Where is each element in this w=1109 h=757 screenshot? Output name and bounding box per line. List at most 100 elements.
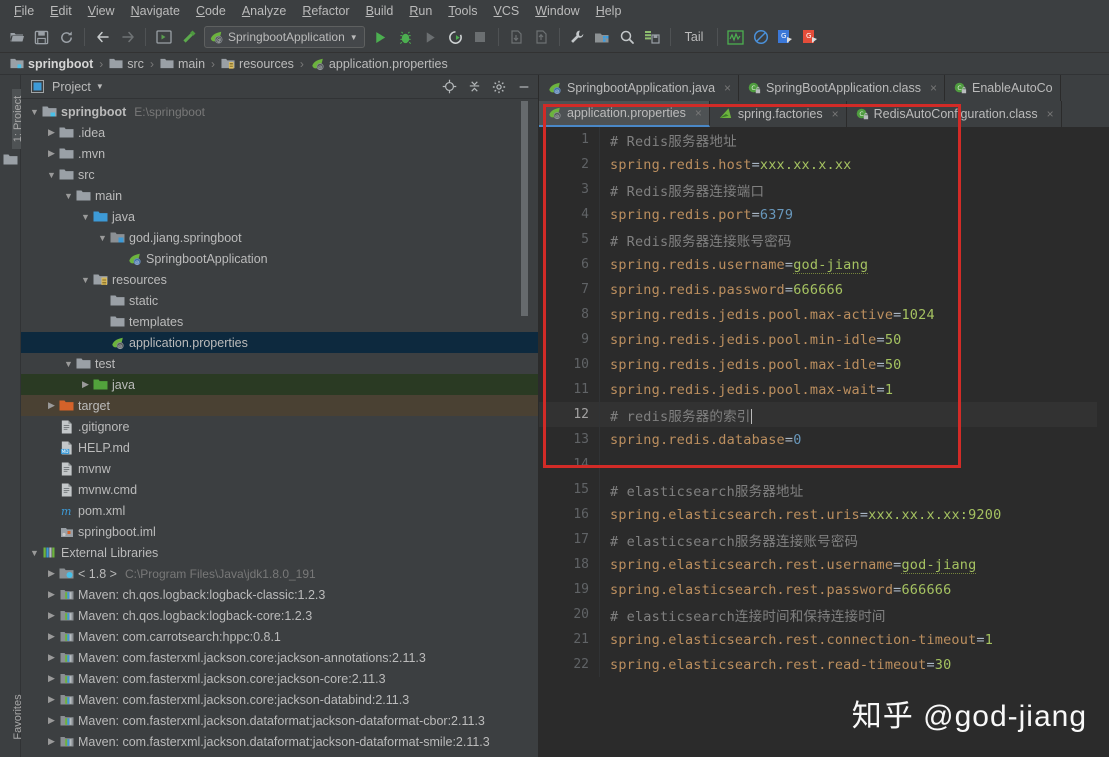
forward-arrow-icon[interactable] xyxy=(115,25,140,49)
tree-item-maven-com.fasterxml.jackson.dataformat-jackson-dataformat-smile-2.11.3[interactable]: ▶ Maven: com.fasterxml.jackson.dataformat… xyxy=(21,731,538,752)
editor-tab-application-properties[interactable]: @ application.properties × xyxy=(539,101,710,127)
code-line[interactable]: 7 spring.redis.password=666666 xyxy=(539,277,1109,302)
close-icon[interactable]: × xyxy=(695,106,702,120)
code-line[interactable]: 13 spring.redis.database=0 xyxy=(539,427,1109,452)
chevron-right-icon[interactable]: ▶ xyxy=(45,673,58,684)
close-icon[interactable]: × xyxy=(1047,107,1054,121)
menu-item-vcs[interactable]: VCS xyxy=(486,2,528,20)
tree-item-maven-com.fasterxml.jackson.core-jackson-core-2.11.3[interactable]: ▶ Maven: com.fasterxml.jackson.core:jacks… xyxy=(21,668,538,689)
chevron-down-icon[interactable]: ▼ xyxy=(79,212,92,222)
chevron-down-icon[interactable]: ▼ xyxy=(96,82,104,91)
settings-wrench-icon[interactable] xyxy=(565,25,590,49)
tree-item-.gitignore[interactable]: .gitignore xyxy=(21,416,538,437)
tree-item-help.md[interactable]: MD HELP.md xyxy=(21,437,538,458)
chevron-right-icon[interactable]: ▶ xyxy=(45,694,58,705)
menu-item-window[interactable]: Window xyxy=(527,2,587,20)
save-all-icon[interactable] xyxy=(29,25,54,49)
code-line[interactable]: 6 spring.redis.username=god-jiang xyxy=(539,252,1109,277)
editor-tab-enableautoco[interactable]: C EnableAutoCo xyxy=(945,75,1061,101)
tree-item-resources[interactable]: ▼ resources xyxy=(21,269,538,290)
code-line[interactable]: 21 spring.elasticsearch.rest.connection-t… xyxy=(539,627,1109,652)
run-icon[interactable] xyxy=(368,25,393,49)
menu-item-build[interactable]: Build xyxy=(358,2,402,20)
chevron-right-icon[interactable]: ▶ xyxy=(45,148,58,159)
menu-item-tools[interactable]: Tools xyxy=(440,2,485,20)
tree-item-java[interactable]: ▼ java xyxy=(21,206,538,227)
chevron-right-icon[interactable]: ▶ xyxy=(45,568,58,579)
run-console-icon[interactable] xyxy=(151,25,176,49)
chevron-down-icon[interactable]: ▼ xyxy=(62,191,75,201)
tree-item-external-libraries[interactable]: ▼ External Libraries xyxy=(21,542,538,563)
monitor-icon[interactable] xyxy=(723,25,748,49)
code-editor[interactable]: 1 # Redis服务器地址 2 spring.redis.host=xxx.xx.x… xyxy=(539,127,1109,757)
chevron-right-icon[interactable]: ▶ xyxy=(45,736,58,747)
tree-item-pom.xml[interactable]: m pom.xml xyxy=(21,500,538,521)
tree-item-main[interactable]: ▼ main xyxy=(21,185,538,206)
save-db-icon[interactable] xyxy=(640,25,665,49)
tree-item-mvnw.cmd[interactable]: mvnw.cmd xyxy=(21,479,538,500)
code-line[interactable]: 19 spring.elasticsearch.rest.password=666… xyxy=(539,577,1109,602)
code-line[interactable]: 11 spring.redis.jedis.pool.max-wait=1 xyxy=(539,377,1109,402)
editor-tab-springbootapplication-class[interactable]: C SpringBootApplication.class × xyxy=(739,75,946,101)
breadcrumb-item-application-properties[interactable]: @ application.properties xyxy=(307,57,451,71)
code-line[interactable]: 22 spring.elasticsearch.rest.read-timeout… xyxy=(539,652,1109,677)
chevron-right-icon[interactable]: ▶ xyxy=(45,127,58,138)
code-line[interactable]: 14 xyxy=(539,452,1109,477)
code-line[interactable]: 5 # Redis服务器连接账号密码 xyxy=(539,227,1109,252)
tree-item-springbootapplication[interactable]: @ SpringbootApplication xyxy=(21,248,538,269)
sync-icon[interactable] xyxy=(54,25,79,49)
rerun-icon[interactable] xyxy=(443,25,468,49)
tree-item-.mvn[interactable]: ▶ .mvn xyxy=(21,143,538,164)
chevron-right-icon[interactable]: ▶ xyxy=(45,400,58,411)
tree-item-templates[interactable]: templates xyxy=(21,311,538,332)
tree-item-maven-ch.qos.logback-logback-classic-1.2.3[interactable]: ▶ Maven: ch.qos.logback:logback-classic:1… xyxy=(21,584,538,605)
chevron-down-icon[interactable]: ▼ xyxy=(350,33,358,42)
run-with-coverage-icon[interactable] xyxy=(418,25,443,49)
update-project-icon[interactable] xyxy=(504,25,529,49)
tree-item-maven-ch.qos.logback-logback-core-1.2.3[interactable]: ▶ Maven: ch.qos.logback:logback-core:1.2.… xyxy=(21,605,538,626)
code-line[interactable]: 3 # Redis服务器连接端口 xyxy=(539,177,1109,202)
collapse-all-icon[interactable] xyxy=(464,77,484,97)
tree-item-maven-com.fasterxml.jackson.core-jackson-annotations-2.11.3[interactable]: ▶ Maven: com.fasterxml.jackson.core:jacks… xyxy=(21,647,538,668)
tree-item-static[interactable]: static xyxy=(21,290,538,311)
code-line[interactable]: 4 spring.redis.port=6379 xyxy=(539,202,1109,227)
run-configuration-selector[interactable]: @ SpringbootApplication ▼ xyxy=(204,26,365,48)
chevron-right-icon[interactable]: ▶ xyxy=(79,379,92,390)
project-tree-scrollbar[interactable] xyxy=(521,101,528,316)
menu-item-edit[interactable]: Edit xyxy=(42,2,80,20)
editor-tab-spring-factories[interactable]: spring.factories × xyxy=(710,101,847,127)
tree-item-maven-com.fasterxml.jackson.core-jackson-databind-2.11.3[interactable]: ▶ Maven: com.fasterxml.jackson.core:jacks… xyxy=(21,689,538,710)
no-entry-icon[interactable] xyxy=(748,25,773,49)
chevron-right-icon[interactable]: ▶ xyxy=(45,610,58,621)
project-structure-icon[interactable] xyxy=(590,25,615,49)
chevron-down-icon[interactable]: ▼ xyxy=(28,107,41,117)
open-folder-icon[interactable] xyxy=(4,25,29,49)
tree-item-springboot.iml[interactable]: springboot.iml xyxy=(21,521,538,542)
tree-item-.idea[interactable]: ▶ .idea xyxy=(21,122,538,143)
breadcrumb-item-main[interactable]: main xyxy=(157,57,208,71)
debug-icon[interactable] xyxy=(393,25,418,49)
menu-item-file[interactable]: File xyxy=(6,2,42,20)
folder-icon[interactable] xyxy=(3,153,18,171)
commit-icon[interactable] xyxy=(529,25,554,49)
search-icon[interactable] xyxy=(615,25,640,49)
close-icon[interactable]: × xyxy=(930,81,937,95)
tree-item-mvnw[interactable]: mvnw xyxy=(21,458,538,479)
breadcrumb-item-src[interactable]: src xyxy=(106,57,147,71)
minimize-icon[interactable] xyxy=(514,77,534,97)
code-line[interactable]: 15 # elasticsearch服务器地址 xyxy=(539,477,1109,502)
code-line[interactable]: 1 # Redis服务器地址 xyxy=(539,127,1109,152)
code-line[interactable]: 17 # elasticsearch服务器连接账号密码 xyxy=(539,527,1109,552)
chevron-right-icon[interactable]: ▶ xyxy=(45,589,58,600)
close-icon[interactable]: × xyxy=(832,107,839,121)
stop-icon[interactable] xyxy=(468,25,493,49)
menu-item-help[interactable]: Help xyxy=(588,2,630,20)
menu-item-view[interactable]: View xyxy=(80,2,123,20)
tree-item-maven-com.carrotsearch-hppc-0.8.1[interactable]: ▶ Maven: com.carrotsearch:hppc:0.8.1 xyxy=(21,626,538,647)
breadcrumb-item-springboot[interactable]: springboot xyxy=(7,57,96,71)
build-hammer-icon[interactable] xyxy=(176,25,201,49)
tree-item-application.properties[interactable]: @ application.properties xyxy=(21,332,538,353)
menu-item-refactor[interactable]: Refactor xyxy=(294,2,357,20)
tree-item--1.8-[interactable]: ▶ < 1.8 > C:\Program Files\Java\jdk1.8.0_1… xyxy=(21,563,538,584)
chevron-right-icon[interactable]: ▶ xyxy=(45,631,58,642)
